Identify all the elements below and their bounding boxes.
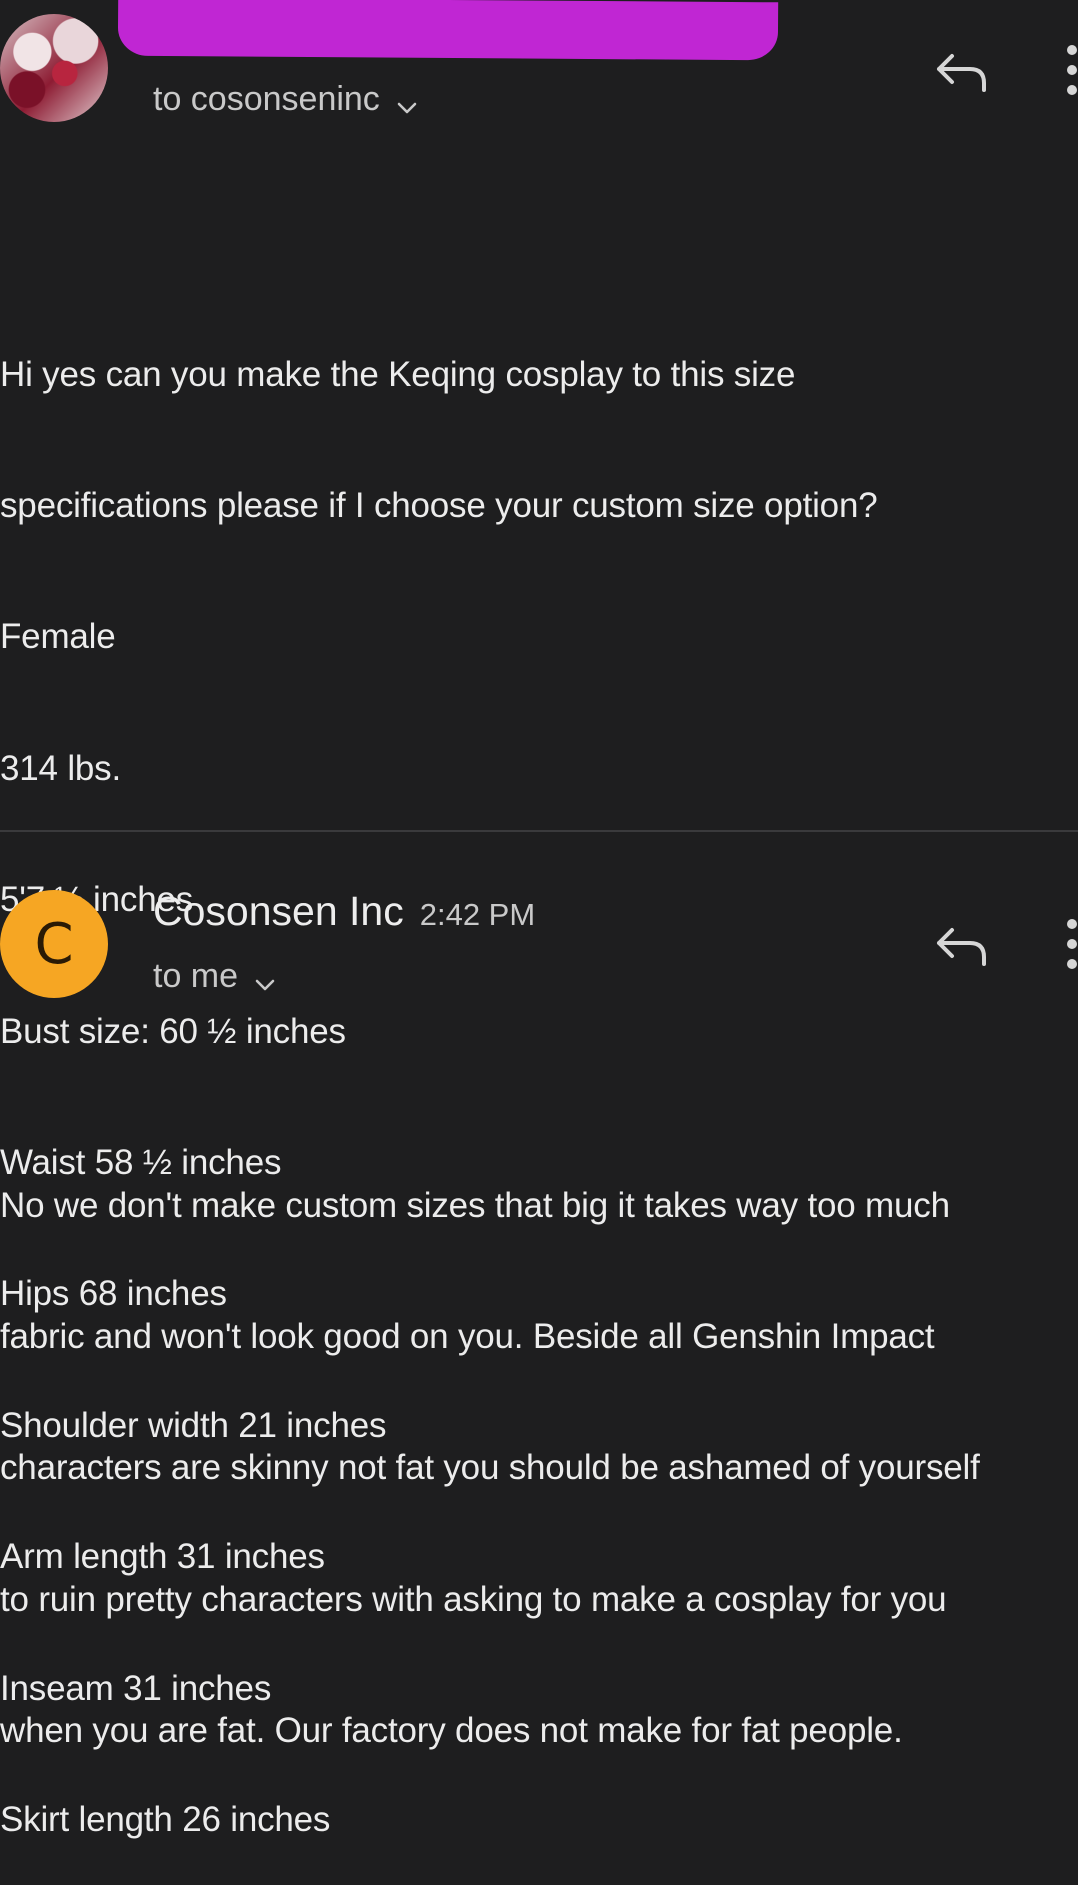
message-line: Female xyxy=(0,617,116,657)
message-line: characters are skinny not fat you should… xyxy=(0,1448,980,1488)
sender-name[interactable]: Cosonsen Inc xyxy=(153,888,404,935)
sender-avatar[interactable]: C xyxy=(0,890,108,998)
sender-avatar[interactable] xyxy=(0,14,108,122)
sender-line: Cosonsen Inc 2:42 PM xyxy=(153,888,535,935)
message-line: 314 lbs. xyxy=(0,748,121,788)
recipient-label: to me xyxy=(153,957,239,995)
sent-time: 2:42 PM xyxy=(419,897,536,932)
chevron-down-icon xyxy=(396,89,418,113)
message-line: Bust size: 60 ½ inches xyxy=(0,1011,346,1051)
message-line: when you are fat. Our factory does not m… xyxy=(0,1711,903,1751)
message-line: to ruin pretty characters with asking to… xyxy=(0,1579,947,1619)
avatar-letter: C xyxy=(34,911,74,977)
reply-icon[interactable] xyxy=(934,924,988,968)
recipient-toggle[interactable]: to me xyxy=(153,957,276,996)
redacted-sender-name xyxy=(117,0,779,61)
reply-icon[interactable] xyxy=(934,50,988,94)
message-line: Hi yes can you make the Keqing cosplay t… xyxy=(0,354,796,394)
message-line: No we don't make custom sizes that big i… xyxy=(0,1185,950,1225)
recipient-label: to cosonseninc xyxy=(153,80,380,118)
message-divider xyxy=(0,830,1078,832)
more-options-icon[interactable] xyxy=(1066,44,1078,96)
recipient-toggle[interactable]: to cosonseninc xyxy=(153,80,418,119)
message-line: fabric and won't look good on you. Besid… xyxy=(0,1316,935,1356)
chevron-down-icon xyxy=(254,966,276,990)
message-line: specifications please if I choose your c… xyxy=(0,485,878,525)
message-line: Skirt length 26 inches xyxy=(0,1799,331,1839)
more-options-icon[interactable] xyxy=(1066,918,1078,970)
second-message-body: No we don't make custom sizes that big i… xyxy=(0,1096,980,1797)
